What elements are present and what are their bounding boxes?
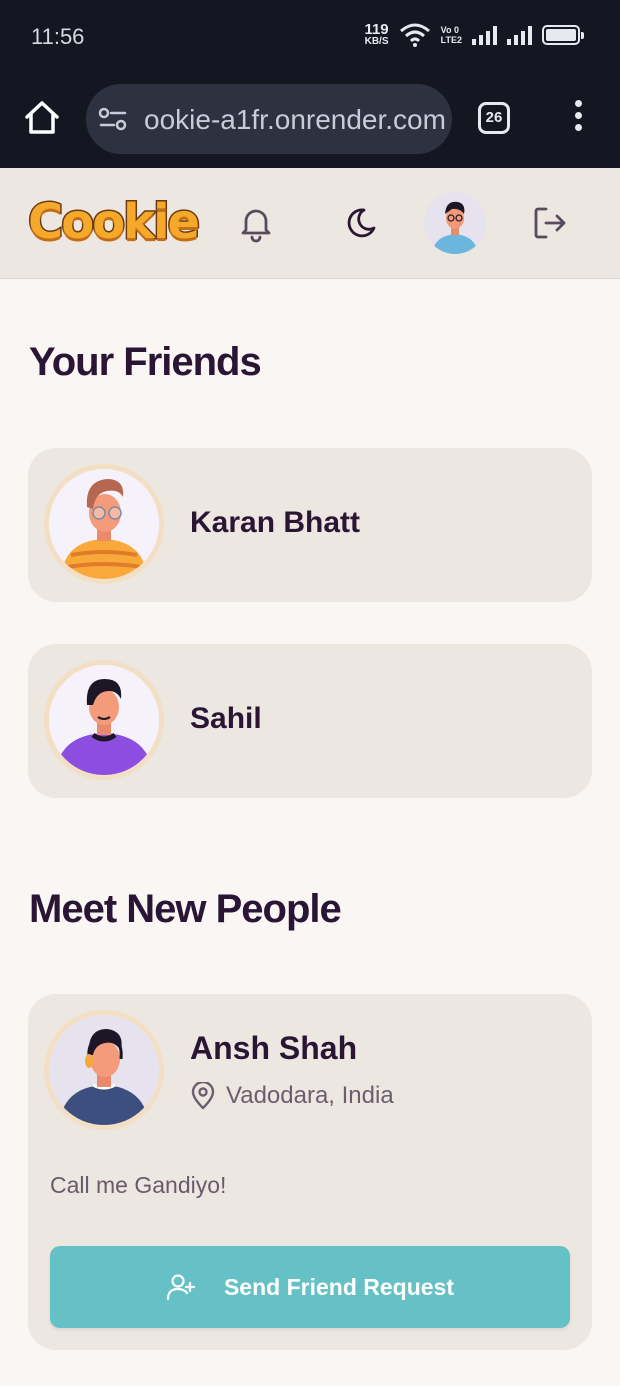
person-avatar [44,1010,164,1130]
friend-avatar [44,464,164,584]
location-text: Vadodara, India [226,1082,394,1109]
app-header: Cookie [0,168,620,279]
system-chrome: 11:56 119 KB/S Vo 0 LTE2 ookie-a1fr.onre… [0,0,620,168]
person-card: Ansh Shah Vadodara, India Call me Gandiy… [28,994,592,1350]
friend-card[interactable]: Karan Bhatt [28,448,592,602]
net-speed-value: 119 [364,21,389,38]
wifi-icon [399,23,430,47]
status-time: 11:56 [31,24,85,49]
home-icon[interactable] [22,98,62,138]
logout-icon[interactable] [530,203,570,243]
net-speed: 119 KB/S [364,22,388,47]
profile-avatar-image [424,192,486,254]
friend-avatar-image [49,469,159,579]
battery-icon [542,24,584,45]
status-bar: 11:56 119 KB/S Vo 0 LTE2 [0,0,620,76]
status-icons: 119 KB/S Vo 0 LTE2 [364,22,584,47]
overflow-menu-icon[interactable] [568,100,588,136]
logo-text: Cookie [26,193,201,252]
friend-avatar [44,660,164,780]
site-settings-icon[interactable] [98,106,128,132]
meet-people-heading: Meet New People [29,887,342,931]
url-bar[interactable]: ookie-a1fr.onrender.com [86,84,452,154]
bell-icon[interactable] [236,203,276,243]
moon-icon[interactable] [340,203,380,243]
signal-icon-1 [472,25,497,45]
volte-bottom: LTE2 [440,34,462,45]
person-location: Vadodara, India [190,1082,394,1110]
friend-name: Karan Bhatt [190,506,361,539]
net-speed-unit: KB/S [364,36,389,47]
person-avatar-image [49,1015,159,1125]
send-friend-request-label: Send Friend Request [223,1273,455,1300]
volte-top: Vo 0 [440,24,459,35]
friend-name: Sahil [190,702,262,735]
add-user-icon [166,1274,196,1301]
friend-avatar-image [49,665,159,775]
person-name: Ansh Shah [190,1030,358,1066]
location-pin-icon [191,1082,215,1110]
url-text: ookie-a1fr.onrender.com [144,104,446,135]
volte-indicator: Vo 0 LTE2 [441,25,462,45]
friends-heading: Your Friends [29,340,262,384]
signal-icon-2 [507,25,532,45]
tab-switcher-button[interactable]: 26 [478,102,510,134]
browser-toolbar: ookie-a1fr.onrender.com 26 [0,80,620,166]
person-bio: Call me Gandiyo! [50,1172,227,1198]
cookie-logo[interactable]: Cookie [26,193,201,252]
profile-avatar[interactable] [424,192,486,254]
friend-card[interactable]: Sahil [28,644,592,798]
send-friend-request-button[interactable]: Send Friend Request [50,1246,570,1328]
